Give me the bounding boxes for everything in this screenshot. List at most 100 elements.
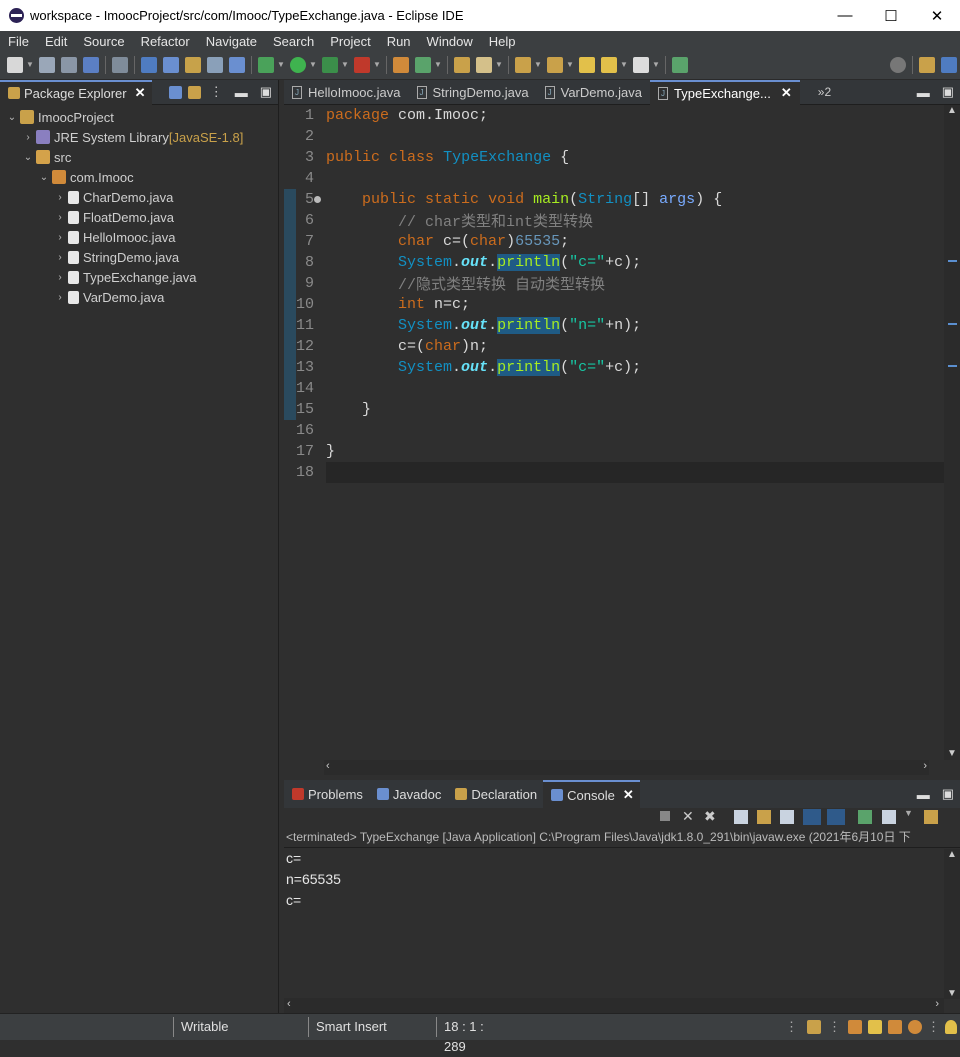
code-line[interactable]: 15 } (284, 399, 944, 420)
back-icon[interactable] (601, 57, 617, 73)
view-menu-icon[interactable]: ⋮ (210, 84, 223, 100)
new-java-project-icon[interactable] (393, 57, 409, 73)
collapse-all-icon[interactable] (168, 85, 182, 99)
code-line[interactable]: 10 int n=c; (284, 294, 944, 315)
tab-package-explorer[interactable]: Package Explorer ✕ (0, 79, 152, 105)
prev-annotation-icon[interactable] (547, 57, 563, 73)
chevron-right-icon[interactable]: › (54, 252, 66, 263)
editor-horizontal-scrollbar[interactable]: ‹ › (324, 760, 929, 775)
close-icon[interactable]: ✕ (623, 787, 634, 803)
scroll-lock-icon[interactable] (757, 810, 771, 824)
open-perspective-icon[interactable] (919, 57, 935, 73)
editor-tab[interactable]: J HelloImooc.java (284, 80, 409, 105)
scroll-down-icon[interactable]: ▼ (947, 988, 957, 999)
tree-item[interactable]: › FloatDemo.java (0, 207, 278, 227)
close-button[interactable]: ✕ (914, 0, 960, 31)
mark-occurrences-icon[interactable] (163, 57, 179, 73)
smiley-icon[interactable] (908, 1020, 922, 1034)
code-line[interactable]: 3 public class TypeExchange { (284, 147, 944, 168)
run-icon[interactable] (290, 57, 306, 73)
chevron-right-icon[interactable]: › (54, 192, 66, 203)
code-line[interactable]: 6 // char类型和int类型转换 (284, 210, 944, 231)
minimize-icon[interactable]: ▬ (917, 787, 930, 802)
editor-tab[interactable]: J TypeExchange... ✕ (650, 79, 800, 105)
code-line[interactable]: 18 (284, 462, 944, 483)
wand-icon[interactable] (888, 1020, 902, 1034)
scroll-up-icon[interactable]: ▲ (946, 105, 958, 117)
close-icon[interactable]: ✕ (781, 85, 792, 101)
console-vertical-scrollbar[interactable]: ▲ ▼ (944, 849, 960, 999)
scroll-right-icon[interactable]: › (923, 760, 927, 772)
code-line[interactable]: 12 c=(char)n; (284, 336, 944, 357)
clear-console-icon[interactable] (734, 810, 748, 824)
menu-edit[interactable]: Edit (37, 34, 75, 49)
heap-icon[interactable] (807, 1020, 821, 1034)
chevron-right-icon[interactable]: › (22, 132, 34, 143)
word-wrap-console-icon[interactable] (780, 810, 794, 824)
forward-icon[interactable] (633, 57, 649, 73)
coverage-icon[interactable] (322, 57, 338, 73)
open-console-icon[interactable] (924, 810, 938, 824)
chevron-down-icon[interactable]: ⌄ (22, 152, 34, 163)
remove-launch-icon[interactable]: ✕ (682, 808, 694, 825)
tree-item[interactable]: ⌄ src (0, 147, 278, 167)
chevron-right-icon[interactable]: › (54, 232, 66, 243)
code-area[interactable]: 1 package com.Imooc; 2 3 public class TypeEx… (284, 105, 944, 760)
tab-console[interactable]: Console ✕ (543, 780, 640, 808)
code-line[interactable]: 14 (284, 378, 944, 399)
menu-project[interactable]: Project (322, 34, 378, 49)
code-line[interactable]: 7 char c=(char)65535; (284, 231, 944, 252)
code-line[interactable]: 1 package com.Imooc; (284, 105, 944, 126)
fold-icon[interactable] (314, 196, 321, 203)
menu-run[interactable]: Run (379, 34, 419, 49)
external-tools-icon[interactable] (354, 57, 370, 73)
chevron-right-icon[interactable]: › (54, 272, 66, 283)
maximize-icon[interactable]: ▣ (942, 786, 954, 802)
chevron-down-icon[interactable]: ▼ (904, 808, 913, 818)
scroll-up-icon[interactable]: ▲ (947, 849, 957, 860)
minimize-icon[interactable]: ▬ (917, 85, 930, 100)
search-icon[interactable] (890, 57, 906, 73)
block-selection-icon[interactable] (185, 57, 201, 73)
code-line[interactable]: 2 (284, 126, 944, 147)
tree-item[interactable]: › HelloImooc.java (0, 227, 278, 247)
terminate-icon[interactable] (660, 811, 670, 821)
console-horizontal-scrollbar[interactable]: ‹ › (284, 998, 944, 1013)
new-class-icon[interactable] (415, 57, 431, 73)
editor-vertical-scrollbar[interactable]: ▲ ▼ (944, 105, 960, 760)
menu-navigate[interactable]: Navigate (198, 34, 265, 49)
last-edit-icon[interactable] (579, 57, 595, 73)
code-line[interactable]: 17} (284, 441, 944, 462)
link-editor-icon[interactable] (187, 85, 201, 99)
code-line[interactable]: 11 System.out.println("n="+n); (284, 315, 944, 336)
scroll-down-icon[interactable]: ▼ (946, 748, 958, 760)
tree-item[interactable]: › JRE System Library [JavaSE-1.8] (0, 127, 278, 147)
tree-item[interactable]: › CharDemo.java (0, 187, 278, 207)
show-stderr-icon[interactable] (827, 809, 845, 825)
tab-overflow-button[interactable]: »2 (818, 85, 831, 99)
scroll-left-icon[interactable]: ‹ (287, 998, 291, 1010)
tab-declaration[interactable]: Declaration (447, 780, 543, 808)
tree-item[interactable]: ⌄ ImoocProject (0, 107, 278, 127)
remove-all-icon[interactable]: ✖ (704, 808, 716, 825)
terminal-icon[interactable] (83, 57, 99, 73)
menu-help[interactable]: Help (481, 34, 524, 49)
new-icon[interactable] (7, 57, 23, 73)
java-perspective-icon[interactable] (941, 57, 957, 73)
chevron-right-icon[interactable]: › (54, 212, 66, 223)
chevron-right-icon[interactable]: › (54, 292, 66, 303)
code-line[interactable]: 8 System.out.println("c="+c); (284, 252, 944, 273)
pin-console-icon[interactable] (858, 810, 872, 824)
editor-tab[interactable]: J StringDemo.java (409, 80, 537, 105)
editor-tab[interactable]: J VarDemo.java (537, 80, 650, 105)
code-line[interactable]: 5 public static void main(String[] args)… (284, 189, 944, 210)
code-line[interactable]: 16 (284, 420, 944, 441)
word-wrap-icon[interactable] (207, 57, 223, 73)
open-type-icon[interactable] (454, 57, 470, 73)
toggle-icon[interactable] (141, 57, 157, 73)
menu-refactor[interactable]: Refactor (133, 34, 198, 49)
minimize-button[interactable]: — (822, 0, 868, 31)
show-stdout-icon[interactable] (803, 809, 821, 825)
menu-source[interactable]: Source (75, 34, 132, 49)
book-icon[interactable] (848, 1020, 862, 1034)
